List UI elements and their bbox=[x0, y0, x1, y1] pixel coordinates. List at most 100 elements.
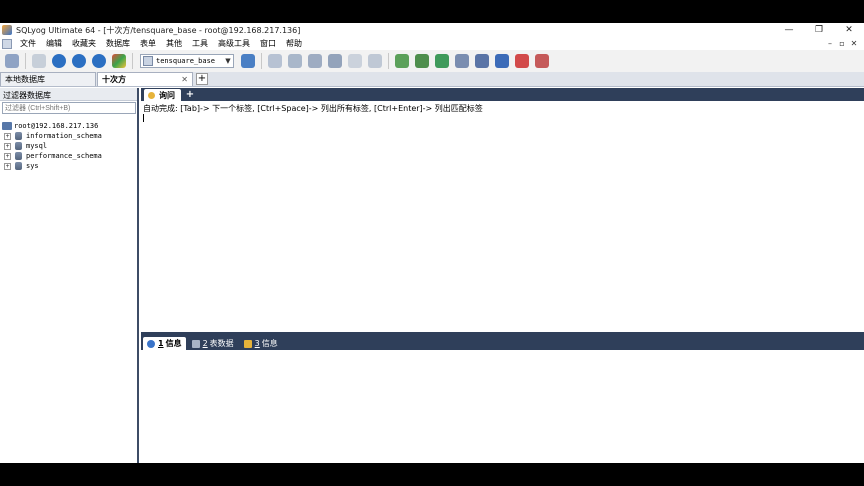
menu-database[interactable]: 数据库 bbox=[101, 38, 135, 49]
tab-number: 1 bbox=[158, 339, 164, 348]
expand-icon[interactable]: + bbox=[4, 162, 11, 170]
tree-root-label: root@192.168.217.136 bbox=[14, 122, 99, 130]
database-icon bbox=[143, 56, 153, 66]
execute-all-icon[interactable] bbox=[72, 54, 86, 68]
editor-caret[interactable] bbox=[143, 114, 144, 122]
tab-table-data[interactable]: 2 表数据 bbox=[188, 337, 238, 350]
user-manager-icon[interactable] bbox=[241, 54, 255, 68]
table-icon[interactable] bbox=[348, 54, 362, 68]
query-tabs: 询问 + bbox=[141, 88, 864, 101]
server-icon bbox=[2, 122, 12, 130]
menu-table[interactable]: 表单 bbox=[135, 38, 161, 49]
schema-designer-icon[interactable] bbox=[112, 54, 126, 68]
tree-item-sys[interactable]: + sys bbox=[0, 161, 137, 171]
tree-item-mysql[interactable]: + mysql bbox=[0, 141, 137, 151]
tab-label: 信息 bbox=[165, 339, 182, 348]
tab-local-database[interactable]: 本地数据库 bbox=[0, 72, 96, 86]
tree-item-label: performance_schema bbox=[26, 152, 102, 160]
close-window-button[interactable]: ✕ bbox=[834, 23, 864, 37]
database-selector-value: tensquare_base bbox=[156, 57, 216, 65]
window-controls: — ❐ ✕ bbox=[774, 23, 864, 37]
new-connection-icon[interactable] bbox=[5, 54, 19, 68]
tab-label: 十次方 bbox=[102, 75, 126, 84]
report-icon[interactable] bbox=[515, 54, 529, 68]
mdi-controls: – ▫ ✕ bbox=[824, 37, 860, 50]
tree-item-performance-schema[interactable]: + performance_schema bbox=[0, 151, 137, 161]
minimize-button[interactable]: — bbox=[774, 23, 804, 37]
import-icon[interactable] bbox=[308, 54, 322, 68]
tab-info[interactable]: 3 信息 bbox=[240, 337, 282, 350]
menu-bar: 文件 编辑 收藏夹 数据库 表单 其他 工具 高级工具 窗口 帮助 – ▫ ✕ bbox=[0, 37, 864, 50]
database-icon bbox=[15, 162, 22, 170]
menu-advanced-tools[interactable]: 高级工具 bbox=[213, 38, 255, 49]
tree-item-label: information_schema bbox=[26, 132, 102, 140]
toolbar-separator bbox=[261, 53, 262, 69]
close-tab-icon[interactable]: ✕ bbox=[175, 75, 188, 84]
toolbar-separator bbox=[25, 53, 26, 69]
tree-item-label: mysql bbox=[26, 142, 48, 150]
add-connection-button[interactable]: + bbox=[196, 73, 208, 85]
object-browser: 过滤器数据库 root@192.168.217.136 + informatio… bbox=[0, 88, 139, 463]
restore-button[interactable]: ❐ bbox=[804, 23, 834, 37]
profiler-icon[interactable] bbox=[495, 54, 509, 68]
result-tabs: 1 信息 2 表数据 3 信息 bbox=[141, 336, 864, 350]
database-selector[interactable]: tensquare_base ▼ bbox=[140, 54, 234, 68]
tab-shicifang[interactable]: 十次方 ✕ bbox=[97, 72, 193, 86]
tab-number: 3 bbox=[254, 339, 260, 348]
database-icon bbox=[15, 132, 22, 140]
tree-root-connection[interactable]: root@192.168.217.136 bbox=[0, 121, 137, 131]
restore-icon[interactable] bbox=[288, 54, 302, 68]
stop-icon[interactable] bbox=[92, 54, 106, 68]
mdi-minimize-button[interactable]: – bbox=[824, 39, 836, 48]
filter-title: 过滤器数据库 bbox=[0, 88, 137, 101]
menu-tools[interactable]: 工具 bbox=[187, 38, 213, 49]
database-icon bbox=[15, 142, 22, 150]
scheduler-icon[interactable] bbox=[455, 54, 469, 68]
table-icon bbox=[191, 339, 200, 348]
connection-tabs: 本地数据库 十次方 ✕ + bbox=[0, 72, 864, 87]
tab-label: 表数据 bbox=[209, 339, 234, 348]
tab-messages[interactable]: 1 信息 bbox=[143, 337, 186, 350]
menu-window[interactable]: 窗口 bbox=[255, 38, 281, 49]
copy-database-icon[interactable] bbox=[415, 54, 429, 68]
expand-icon[interactable]: + bbox=[4, 142, 11, 150]
menu-file[interactable]: 文件 bbox=[15, 38, 41, 49]
query-builder-icon[interactable] bbox=[535, 54, 549, 68]
toolbar-separator bbox=[132, 53, 133, 69]
new-query-icon[interactable] bbox=[32, 54, 46, 68]
tab-label: 信息 bbox=[261, 339, 278, 348]
expand-icon[interactable]: + bbox=[4, 132, 11, 140]
tree-item-information-schema[interactable]: + information_schema bbox=[0, 131, 137, 141]
mdi-restore-button[interactable]: ▫ bbox=[836, 39, 848, 48]
sync-icon[interactable] bbox=[395, 54, 409, 68]
sqlyog-logo-icon bbox=[2, 25, 12, 35]
menu-favorites[interactable]: 收藏夹 bbox=[67, 38, 101, 49]
toolbar-separator bbox=[388, 53, 389, 69]
window-title: SQLyog Ultimate 64 - [十次方/tensquare_base… bbox=[16, 25, 301, 35]
mdi-close-button[interactable]: ✕ bbox=[848, 39, 860, 48]
chevron-down-icon[interactable]: ▼ bbox=[223, 57, 233, 65]
query-icon bbox=[148, 91, 155, 99]
tree-item-label: sys bbox=[26, 162, 39, 170]
info-icon bbox=[147, 339, 155, 348]
autocomplete-hint: 自动完成: [Tab]-> 下一个标签, [Ctrl+Space]-> 列出所有… bbox=[143, 104, 483, 113]
notification-icon[interactable] bbox=[475, 54, 489, 68]
tab-query[interactable]: 询问 bbox=[144, 89, 181, 101]
filter-input[interactable] bbox=[2, 102, 136, 114]
tab-label: 询问 bbox=[159, 90, 175, 100]
export-icon[interactable] bbox=[328, 54, 342, 68]
structure-icon[interactable] bbox=[368, 54, 382, 68]
database-tree: root@192.168.217.136 + information_schem… bbox=[0, 121, 137, 171]
tab-number: 2 bbox=[202, 339, 208, 348]
add-query-tab-button[interactable]: + bbox=[185, 90, 195, 100]
menu-other[interactable]: 其他 bbox=[161, 38, 187, 49]
info-table-icon bbox=[243, 339, 252, 348]
tab-label: 本地数据库 bbox=[5, 75, 45, 84]
execute-query-icon[interactable] bbox=[52, 54, 66, 68]
backup-icon[interactable] bbox=[268, 54, 282, 68]
expand-icon[interactable]: + bbox=[4, 152, 11, 160]
schema-sync-icon[interactable] bbox=[435, 54, 449, 68]
menu-help[interactable]: 帮助 bbox=[281, 38, 307, 49]
menu-edit[interactable]: 编辑 bbox=[41, 38, 67, 49]
document-menu-icon[interactable] bbox=[2, 38, 12, 49]
